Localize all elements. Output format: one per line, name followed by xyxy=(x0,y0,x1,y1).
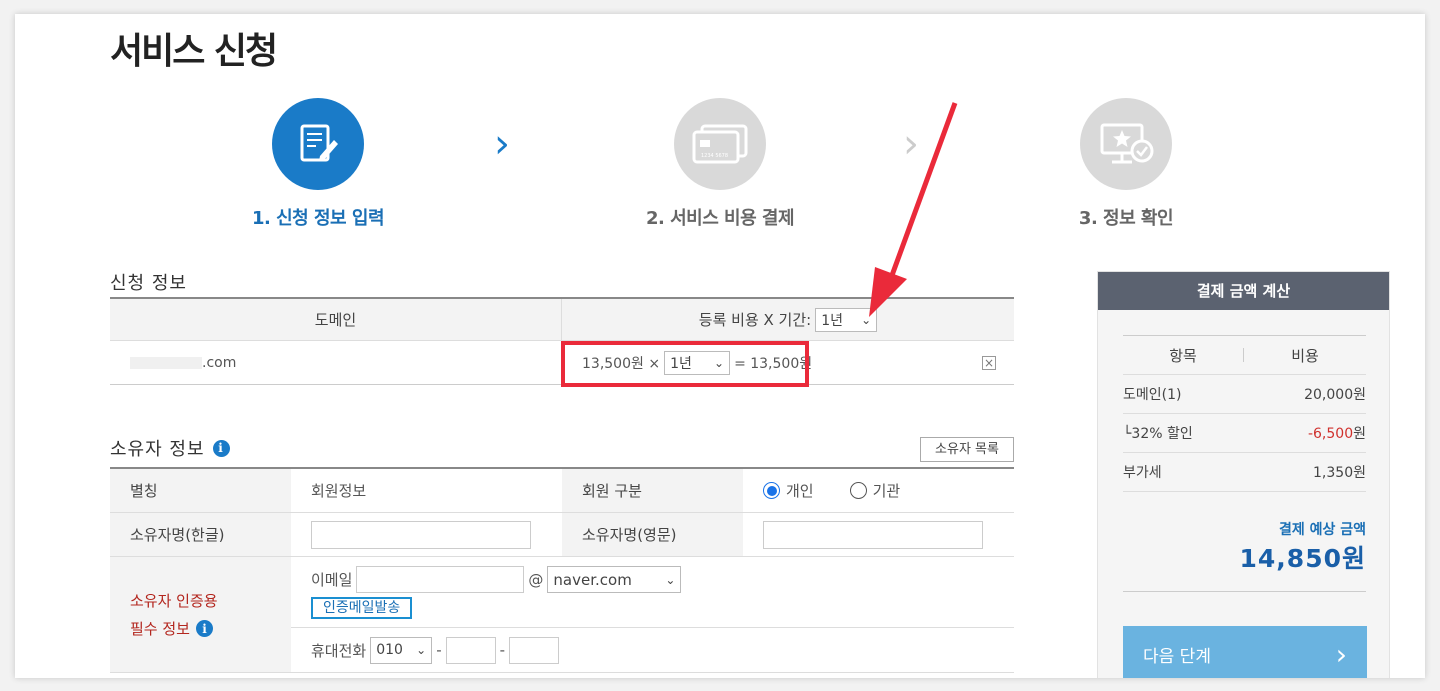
alias-value: 회원정보 xyxy=(311,482,367,500)
annotation-arrow-icon xyxy=(869,102,958,317)
calc-row-cost: 20,000 xyxy=(1304,387,1354,403)
monitor-check-icon xyxy=(1080,98,1172,190)
highlight-box xyxy=(561,341,809,387)
step-2-label: 2. 서비스 비용 결제 xyxy=(645,208,795,229)
name-en-label: 소유자명(영문) xyxy=(562,513,743,556)
card-number-text: 1234 5678 xyxy=(701,153,728,159)
domain-suffix: .com xyxy=(202,354,237,371)
chevron-down-icon: ⌄ xyxy=(665,572,676,587)
email-label: 이메일 xyxy=(311,571,353,589)
calc-header: 결제 금액 계산 xyxy=(1098,272,1389,310)
card-icon: 1234 5678 xyxy=(674,98,766,190)
calc-col-header: 항목 비용 xyxy=(1123,335,1366,375)
owner-section-title: 소유자 정보 i xyxy=(110,435,230,461)
auth-label-line1: 소유자 인증용 xyxy=(130,591,218,610)
calc-row-unit: 원 xyxy=(1353,426,1366,442)
name-kr-input[interactable] xyxy=(311,520,531,549)
phone-dash-1: - xyxy=(436,641,442,660)
email-line: 이메일 @ naver.com ⌄ xyxy=(311,566,1014,593)
step-arrow-1-icon: › xyxy=(494,121,510,167)
phone-middle-input[interactable] xyxy=(445,636,496,664)
form-edit-icon xyxy=(272,98,364,190)
phone-row: 휴대전화 010 ⌄ - - xyxy=(291,628,1014,672)
owner-list-button[interactable]: 소유자 목록 xyxy=(920,437,1014,462)
name-en-input[interactable] xyxy=(763,520,983,549)
radio-individual-label: 개인 xyxy=(786,482,814,500)
calc-row-item: └32% 할인 xyxy=(1123,426,1193,442)
alias-label: 별칭 xyxy=(110,469,291,512)
email-domain-value: naver.com xyxy=(553,570,632,589)
step-1: 1. 신청 정보 입력 xyxy=(208,98,428,230)
member-type-label: 회원 구분 xyxy=(562,469,743,512)
payment-calc-panel: 결제 금액 계산 항목 비용 도메인(1) 20,000원 └32% 할인 -6… xyxy=(1097,271,1390,678)
info-icon[interactable]: i xyxy=(195,620,213,637)
calc-row-cost: -6,500 xyxy=(1307,426,1354,442)
main-card: 서비스 신청 1. 신청 정보 입력 › 1234 5678 2. 서비스 비용… xyxy=(15,14,1425,678)
radio-on-icon xyxy=(763,482,780,499)
radio-organization-label: 기관 xyxy=(872,482,901,500)
auth-label: 소유자 인증용 필수 정보 i xyxy=(110,557,291,672)
email-row: 이메일 @ naver.com ⌄ 인증메일발송 xyxy=(291,557,1014,629)
owner-section-title-text: 소유자 정보 xyxy=(110,439,205,460)
page-title: 서비스 신청 xyxy=(110,31,278,72)
step-3-label: 3. 정보 확인 xyxy=(1078,208,1174,229)
email-input[interactable] xyxy=(356,566,525,593)
phone-dash-2: - xyxy=(499,641,506,660)
step-1-label: 1. 신청 정보 입력 xyxy=(251,208,385,229)
calc-row: 도메인(1) 20,000원 xyxy=(1123,375,1366,414)
expected-total: 14,850원 xyxy=(1239,544,1366,573)
name-en-cell xyxy=(743,513,1014,556)
phone-prefix-value: 010 xyxy=(376,642,403,659)
col-fee-period-label: 등록 비용 X 기간: xyxy=(698,311,812,329)
period-header-value: 1년 xyxy=(821,312,844,329)
calc-row-cost-wrap: -6,500원 xyxy=(1308,423,1366,443)
email-at: @ xyxy=(528,570,544,589)
calc-row-cost: 1,350 xyxy=(1313,465,1354,481)
send-auth-mail-button[interactable]: 인증메일발송 xyxy=(311,597,413,619)
calc-col-item: 항목 xyxy=(1169,346,1197,365)
phone-label: 휴대전화 xyxy=(311,641,367,660)
radio-individual[interactable]: 개인 xyxy=(763,480,814,501)
application-section-title: 신청 정보 xyxy=(110,273,187,294)
phone-last-input[interactable] xyxy=(509,636,560,664)
table-row: 별칭 회원정보 회원 구분 개인 기관 xyxy=(110,469,1014,513)
next-step-label: 다음 단계 xyxy=(1143,646,1211,667)
step-3: 3. 정보 확인 xyxy=(1016,98,1236,230)
calc-row-unit: 원 xyxy=(1353,465,1366,481)
radio-off-icon xyxy=(849,482,867,499)
chevron-down-icon: ⌄ xyxy=(416,643,427,658)
phone-prefix-select[interactable]: 010 ⌄ xyxy=(370,636,433,664)
calc-row-cost-wrap: 1,350원 xyxy=(1313,462,1366,482)
owner-table: 별칭 회원정보 회원 구분 개인 기관 소유자명(한글) 소유자명(영문) 소유… xyxy=(110,467,1014,673)
info-icon[interactable]: i xyxy=(212,439,230,457)
domain-cell: .com xyxy=(110,355,562,371)
auth-label-line2-wrap: 필수 정보 i xyxy=(130,615,213,643)
remove-icon[interactable]: × xyxy=(982,355,996,370)
table-row: 소유자 인증용 필수 정보 i 이메일 @ naver.com ⌄ 인증메일발송… xyxy=(110,557,1014,673)
domain-name-redacted xyxy=(130,356,202,369)
calc-row-item: 도메인(1) xyxy=(1123,387,1182,403)
expected-label: 결제 예상 금액 xyxy=(1278,522,1366,538)
member-type-radios: 개인 기관 xyxy=(743,469,1014,512)
calc-row-item: 부가세 xyxy=(1123,465,1162,481)
radio-organization[interactable]: 기관 xyxy=(849,480,901,501)
calc-row: └32% 할인 -6,500원 xyxy=(1123,414,1366,453)
calc-row-unit: 원 xyxy=(1353,387,1366,403)
chevron-right-icon: › xyxy=(1335,637,1347,671)
calc-divider xyxy=(1123,591,1366,592)
email-domain-select[interactable]: naver.com ⌄ xyxy=(547,566,682,593)
calc-row: 부가세 1,350원 xyxy=(1123,453,1366,492)
auth-fields: 이메일 @ naver.com ⌄ 인증메일발송 휴대전화 010 ⌄ - - xyxy=(291,557,1014,672)
table-row: 소유자명(한글) 소유자명(영문) xyxy=(110,513,1014,557)
name-kr-label: 소유자명(한글) xyxy=(110,513,291,556)
auth-label-line2: 필수 정보 xyxy=(130,619,190,638)
step-2: 1234 5678 2. 서비스 비용 결제 xyxy=(610,98,830,230)
name-kr-cell xyxy=(291,513,562,556)
calc-row-cost-wrap: 20,000원 xyxy=(1304,384,1366,404)
col-domain: 도메인 xyxy=(110,298,562,341)
calc-col-cost: 비용 xyxy=(1291,346,1319,365)
next-step-button[interactable]: 다음 단계 › xyxy=(1123,626,1367,678)
